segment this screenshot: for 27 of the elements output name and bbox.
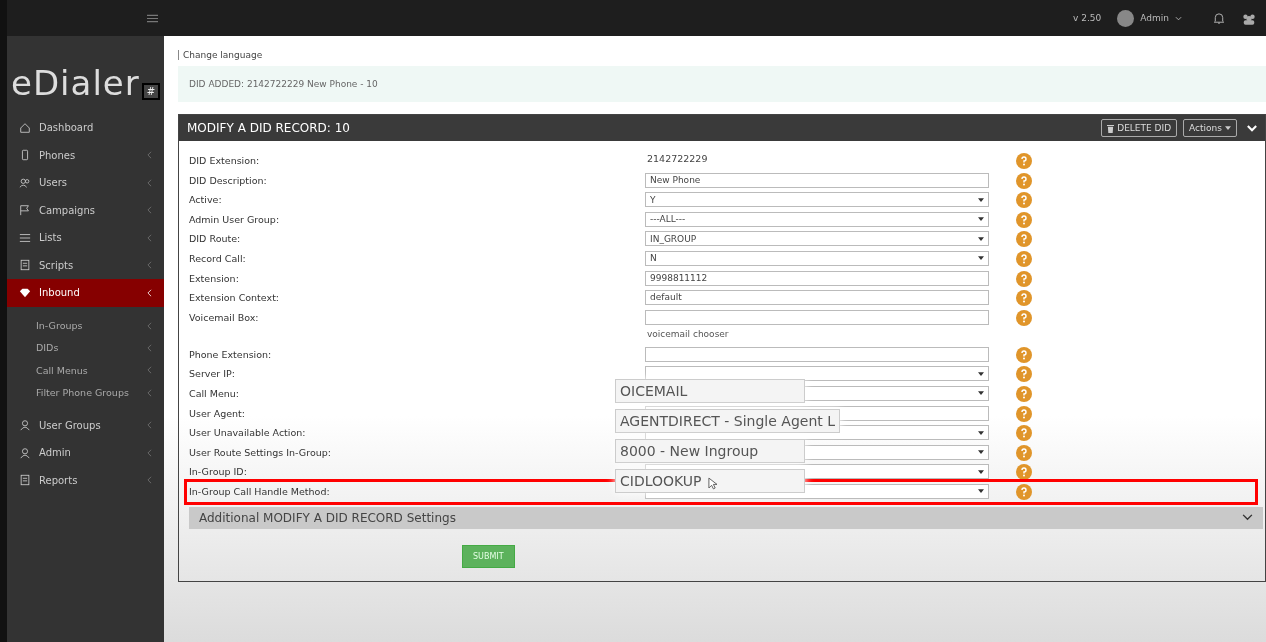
- field-label: DID Extension:: [189, 155, 260, 166]
- magnified-value-tooltip: CIDLOOKUP: [615, 469, 805, 493]
- field-label: Phone Extension:: [189, 348, 272, 360]
- field-label: User Agent:: [189, 407, 245, 419]
- success-alert: DID ADDED: 2142722229 New Phone - 10: [178, 66, 1266, 102]
- field-label: Server IP:: [189, 368, 235, 380]
- field-label: Admin User Group:: [189, 213, 280, 225]
- magnified-value-tooltip: 8000 - New Ingroup: [615, 439, 805, 463]
- magnified-value-tooltip: AGENTDIRECT - Single Agent L: [615, 409, 840, 433]
- field-label: DID Route:: [189, 233, 241, 245]
- field-label: In-Group ID:: [189, 466, 247, 478]
- field-label: Voicemail Box:: [189, 311, 259, 323]
- magnified-value-tooltip: OICEMAIL: [615, 379, 805, 403]
- field-label: Call Menu:: [189, 387, 240, 399]
- field-value: 2142722229: [646, 152, 709, 164]
- field-label: Record Call:: [189, 252, 246, 264]
- field-label: DID Description:: [189, 174, 267, 186]
- logo-mark: #: [141, 83, 161, 100]
- field-label: In-Group Call Handle Method:: [189, 485, 330, 497]
- version-text: v 2.50: [1073, 13, 1102, 23]
- field-label: User Route Settings In-Group:: [189, 446, 331, 458]
- field-label: Active:: [189, 194, 222, 206]
- field-label: Extension Context:: [189, 292, 280, 304]
- panel-title: MODIFY A DID RECORD: 10: [187, 121, 350, 135]
- field-label: Extension:: [189, 272, 239, 284]
- logo-text: eDialer: [11, 66, 140, 100]
- field-label: User Unavailable Action:: [189, 427, 306, 439]
